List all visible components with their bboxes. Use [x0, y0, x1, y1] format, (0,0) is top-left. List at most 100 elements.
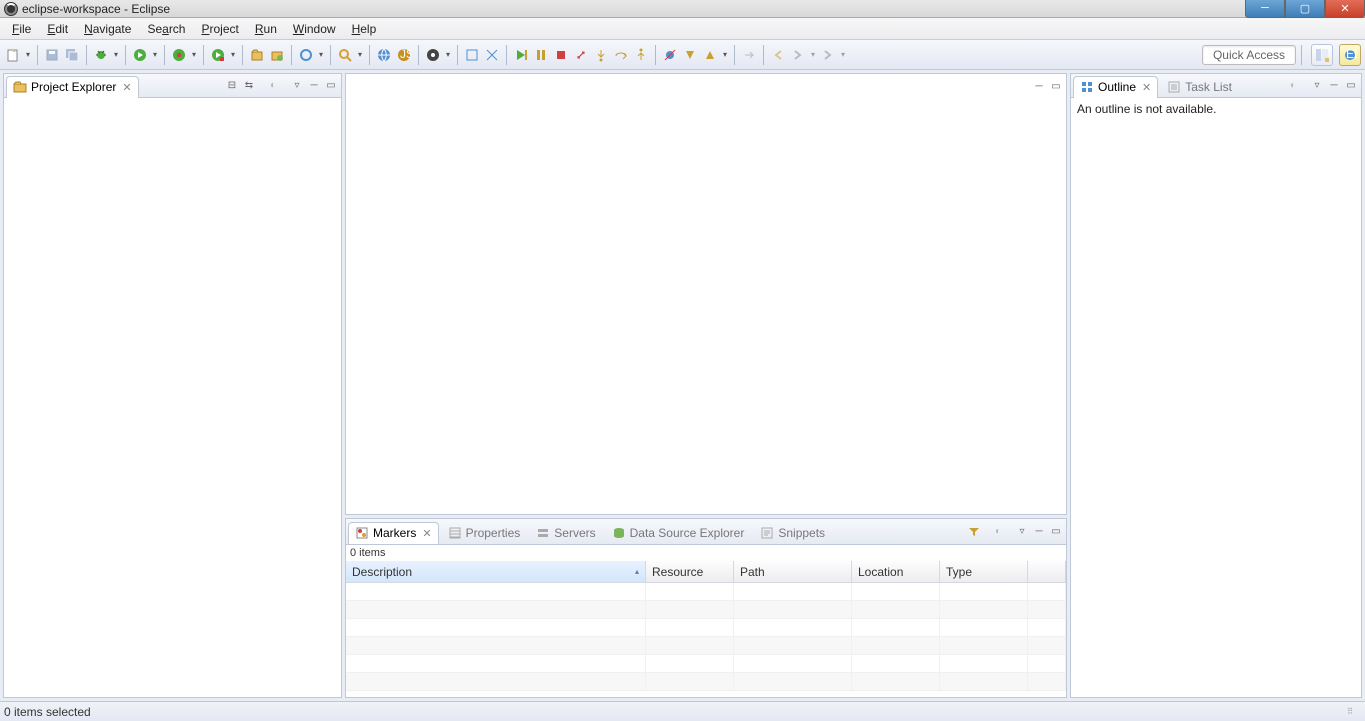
debug-button[interactable] — [92, 46, 110, 64]
run-button[interactable] — [131, 46, 149, 64]
bottom-panel: Markers ✕ Properties Servers Data Source… — [345, 518, 1067, 698]
nav-dropdown[interactable]: ▾ — [809, 50, 817, 59]
print-button[interactable] — [424, 46, 442, 64]
xml-button[interactable]: JS — [395, 46, 413, 64]
tab-snippets[interactable]: Snippets — [753, 522, 832, 544]
close-button[interactable]: ✕ — [1325, 0, 1365, 18]
prev-annotation-button[interactable] — [701, 46, 719, 64]
new-dropdown[interactable]: ▾ — [24, 50, 32, 59]
skip-breakpoints-button[interactable] — [661, 46, 679, 64]
close-icon[interactable]: ✕ — [422, 527, 431, 540]
quick-access-input[interactable]: Quick Access — [1202, 45, 1296, 65]
column-header-location[interactable]: Location — [852, 561, 940, 583]
open-perspective-button[interactable] — [1311, 44, 1333, 66]
minimize-button[interactable]: ─ — [1245, 0, 1285, 18]
disconnect-button[interactable] — [572, 46, 590, 64]
column-header-path[interactable]: Path — [734, 561, 852, 583]
maximize-view-button[interactable]: ▭ — [323, 78, 339, 94]
run-last-button[interactable] — [209, 46, 227, 64]
run-dropdown[interactable]: ▾ — [151, 50, 159, 59]
print-dropdown[interactable]: ▾ — [444, 50, 452, 59]
separator — [506, 45, 507, 65]
next-annotation-button[interactable] — [681, 46, 699, 64]
collapse-all-button[interactable]: ⊟ — [224, 78, 240, 94]
minimize-view-button[interactable]: ─ — [306, 78, 322, 94]
column-header-resource[interactable]: Resource — [646, 561, 734, 583]
tab-servers-label: Servers — [554, 526, 595, 540]
search-dropdown[interactable]: ▾ — [356, 50, 364, 59]
menu-navigate[interactable]: Navigate — [76, 20, 139, 38]
step-over-button[interactable] — [612, 46, 630, 64]
maximize-view-button[interactable]: ▭ — [1048, 524, 1064, 540]
toggle-block-button[interactable] — [463, 46, 481, 64]
tab-markers[interactable]: Markers ✕ — [348, 522, 439, 544]
step-into-button[interactable] — [592, 46, 610, 64]
tab-data-source-explorer[interactable]: Data Source Explorer — [605, 522, 752, 544]
menu-file[interactable]: File — [4, 20, 39, 38]
save-all-button[interactable] — [63, 46, 81, 64]
separator — [1301, 45, 1302, 65]
tab-servers[interactable]: Servers — [529, 522, 602, 544]
nav2-dropdown[interactable]: ▾ — [839, 50, 847, 59]
menu-search[interactable]: Search — [139, 20, 193, 38]
save-button[interactable] — [43, 46, 61, 64]
tab-properties[interactable]: Properties — [441, 522, 528, 544]
filter-button[interactable] — [966, 524, 982, 540]
menu-window[interactable]: Window — [285, 20, 344, 38]
toggle-mark-button[interactable] — [483, 46, 501, 64]
menu-edit[interactable]: Edit — [39, 20, 76, 38]
table-cell — [852, 637, 940, 654]
new-class-button[interactable] — [268, 46, 286, 64]
close-icon[interactable]: ✕ — [122, 81, 131, 94]
search-button[interactable] — [336, 46, 354, 64]
maximize-view-button[interactable]: ▭ — [1343, 78, 1359, 94]
table-cell — [346, 673, 646, 690]
web-browser-button[interactable] — [375, 46, 393, 64]
table-cell — [852, 655, 940, 672]
column-header-type[interactable]: Type — [940, 561, 1028, 583]
maximize-button[interactable]: ▢ — [1285, 0, 1325, 18]
coverage-button[interactable] — [170, 46, 188, 64]
new-package-button[interactable] — [248, 46, 266, 64]
separator — [291, 45, 292, 65]
suspend-button[interactable] — [532, 46, 550, 64]
tab-task-list[interactable]: Task List — [1160, 76, 1239, 98]
tab-project-explorer[interactable]: Project Explorer ✕ — [6, 76, 139, 98]
column-header-description[interactable]: Description▴ — [346, 561, 646, 583]
tab-outline[interactable]: Outline ✕ — [1073, 76, 1158, 98]
link-editor-button[interactable]: ⇆ — [241, 78, 257, 94]
menu-project[interactable]: Project — [193, 20, 246, 38]
maximize-editor-button[interactable]: ▭ — [1048, 78, 1064, 94]
minimize-view-button[interactable]: ─ — [1031, 524, 1047, 540]
menu-help[interactable]: Help — [344, 20, 385, 38]
resize-grip[interactable]: ⠿ — [1347, 707, 1361, 716]
view-menu-button[interactable]: ▿ — [289, 78, 305, 94]
minimize-editor-button[interactable]: ─ — [1031, 78, 1047, 94]
svg-text:JS: JS — [400, 48, 411, 61]
table-cell — [940, 583, 1028, 600]
view-menu-button[interactable]: ▿ — [1309, 78, 1325, 94]
close-icon[interactable]: ✕ — [1142, 81, 1151, 94]
java-ee-perspective-button[interactable]: EE — [1339, 44, 1361, 66]
open-type-dropdown[interactable]: ▾ — [317, 50, 325, 59]
window-controls: ─ ▢ ✕ — [1245, 0, 1365, 18]
menu-run[interactable]: Run — [247, 20, 285, 38]
coverage-dropdown[interactable]: ▾ — [190, 50, 198, 59]
last-edit-button[interactable] — [740, 46, 758, 64]
minimize-view-button[interactable]: ─ — [1326, 78, 1342, 94]
separator — [242, 45, 243, 65]
open-type-button[interactable] — [297, 46, 315, 64]
debug-dropdown[interactable]: ▾ — [112, 50, 120, 59]
resume-button[interactable] — [512, 46, 530, 64]
table-row — [346, 583, 1066, 601]
new-button[interactable] — [4, 46, 22, 64]
run-last-dropdown[interactable]: ▾ — [229, 50, 237, 59]
annotation-dropdown[interactable]: ▾ — [721, 50, 729, 59]
markers-icon — [355, 526, 369, 540]
back-button[interactable] — [769, 46, 787, 64]
forward-button[interactable] — [789, 46, 807, 64]
step-return-button[interactable] — [632, 46, 650, 64]
view-menu-button[interactable]: ▿ — [1014, 524, 1030, 540]
forward2-button[interactable] — [819, 46, 837, 64]
terminate-button[interactable] — [552, 46, 570, 64]
